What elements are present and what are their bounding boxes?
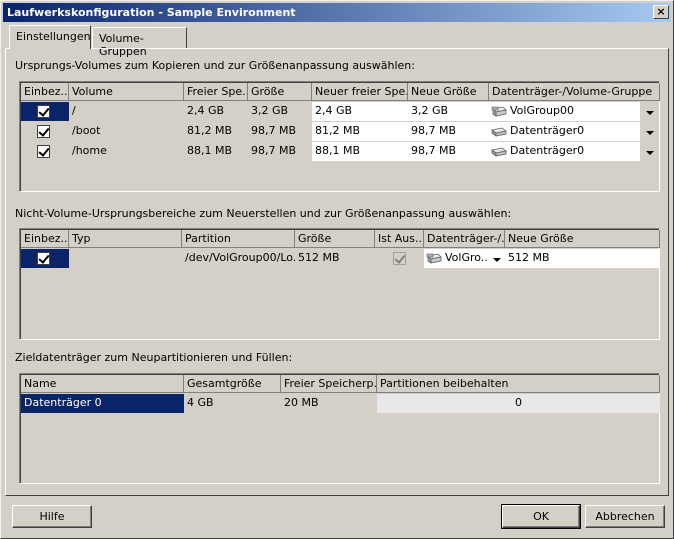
new-size-cell[interactable]: 3,2 GB — [408, 102, 489, 121]
chevron-down-icon[interactable] — [646, 111, 654, 115]
target-disks-table: Name Gesamtgröße Freier Speicherp... Par… — [19, 373, 660, 484]
volume-cell: /boot — [69, 122, 184, 141]
volume-cell: / — [69, 102, 184, 121]
target-dropdown[interactable]: VolGroup00 — [489, 102, 640, 121]
column-header[interactable]: Datenträger-/Volume-Gruppe — [489, 83, 660, 101]
source-volumes-table: Einbez... Volume Freier Spe... Größe Neu… — [19, 81, 660, 192]
column-header[interactable]: Freier Speicherp... — [281, 375, 377, 393]
disk-icon — [491, 127, 507, 137]
include-cell[interactable] — [21, 122, 69, 141]
include-cell[interactable] — [21, 102, 69, 121]
target-label: VolGroup00 — [510, 104, 574, 117]
size-cell: 3,2 GB — [248, 102, 312, 121]
size-cell: 98,7 MB — [248, 142, 312, 161]
tab-label: Einstellungen — [16, 30, 91, 43]
free-space-cell: 88,1 MB — [184, 142, 248, 161]
disk-name-cell[interactable]: Datenträger 0 — [21, 394, 184, 413]
column-header[interactable]: Ist Aus... — [375, 230, 424, 248]
target-label: VolGro... — [445, 251, 488, 264]
new-size-cell[interactable]: 512 MB — [505, 249, 660, 268]
type-cell — [69, 249, 182, 268]
column-header[interactable]: Name — [21, 375, 184, 393]
column-header[interactable]: Typ — [69, 230, 182, 248]
chevron-down-icon[interactable] — [646, 151, 654, 155]
source-volumes-label: Ursprungs-Volumes zum Kopieren und zur G… — [15, 59, 415, 72]
disk-icon — [491, 147, 507, 157]
include-checkbox[interactable] — [37, 145, 50, 158]
include-checkbox[interactable] — [37, 252, 50, 265]
volume-group-icon — [426, 253, 442, 264]
target-label: Datenträger0 — [510, 144, 585, 157]
chevron-down-icon[interactable] — [493, 258, 501, 262]
new-size-cell[interactable]: 98,7 MB — [408, 122, 489, 141]
column-header[interactable]: Freier Spe... — [184, 83, 248, 101]
column-header[interactable]: Neue Größe — [408, 83, 489, 101]
new-free-space-cell[interactable]: 2,4 GB — [312, 102, 408, 121]
column-header[interactable]: Volume — [69, 83, 184, 101]
window-title: Laufwerkskonfiguration - Sample Environm… — [7, 6, 296, 19]
column-header[interactable]: Neuer freier Spe... — [312, 83, 408, 101]
size-cell: 98,7 MB — [248, 122, 312, 141]
column-header[interactable]: Partitionen beibehalten — [377, 375, 660, 393]
partition-cell: /dev/VolGroup00/Lo... — [182, 249, 295, 268]
free-space-cell: 20 MB — [281, 394, 377, 413]
is-active-cell — [375, 249, 424, 268]
new-free-space-cell[interactable]: 88,1 MB — [312, 142, 408, 161]
total-size-cell: 4 GB — [184, 394, 281, 413]
keep-partitions-cell[interactable]: 0 — [377, 394, 660, 413]
dialog-window: Laufwerkskonfiguration - Sample Environm… — [0, 0, 674, 539]
help-button[interactable]: Hilfe — [12, 505, 92, 528]
non-volume-areas-table: Einbez... Typ Partition Größe Ist Aus...… — [19, 228, 660, 340]
chevron-down-icon[interactable] — [646, 131, 654, 135]
size-cell: 512 MB — [295, 249, 375, 268]
title-bar[interactable]: Laufwerkskonfiguration - Sample Environm… — [3, 3, 671, 22]
include-cell[interactable] — [21, 249, 69, 268]
include-checkbox[interactable] — [37, 125, 50, 138]
ok-button[interactable]: OK — [501, 504, 581, 529]
is-active-checkbox — [393, 252, 406, 265]
close-button[interactable]: × — [653, 5, 669, 19]
volume-group-icon — [491, 106, 507, 117]
tab-volume-gruppen[interactable]: Volume-Gruppen — [92, 27, 187, 58]
target-dropdown[interactable]: VolGro... — [424, 249, 488, 268]
column-header[interactable]: Größe — [295, 230, 375, 248]
column-header[interactable]: Einbez... — [21, 230, 69, 248]
cancel-button[interactable]: Abbrechen — [585, 505, 665, 528]
column-header[interactable]: Neue Größe — [505, 230, 660, 248]
column-header[interactable]: Gesamtgröße — [184, 375, 281, 393]
column-header[interactable]: Einbez... — [21, 83, 69, 101]
include-checkbox[interactable] — [37, 105, 50, 118]
volume-cell: /home — [69, 142, 184, 161]
tab-einstellungen[interactable]: Einstellungen — [9, 25, 91, 49]
free-space-cell: 2,4 GB — [184, 102, 248, 121]
non-volume-areas-label: Nicht-Volume-Ursprungsbereiche zum Neuer… — [15, 207, 512, 220]
target-label: Datenträger0 — [510, 124, 585, 137]
target-dropdown[interactable]: Datenträger0 — [489, 122, 640, 141]
include-cell[interactable] — [21, 142, 69, 161]
target-disks-label: Zieldatenträger zum Neupartitionieren un… — [15, 351, 293, 364]
target-dropdown[interactable]: Datenträger0 — [489, 142, 640, 161]
free-space-cell: 81,2 MB — [184, 122, 248, 141]
column-header[interactable]: Datenträger-/... — [424, 230, 505, 248]
new-free-space-cell[interactable]: 81,2 MB — [312, 122, 408, 141]
column-header[interactable]: Partition — [182, 230, 295, 248]
new-size-cell[interactable]: 98,7 MB — [408, 142, 489, 161]
column-header[interactable]: Größe — [248, 83, 312, 101]
